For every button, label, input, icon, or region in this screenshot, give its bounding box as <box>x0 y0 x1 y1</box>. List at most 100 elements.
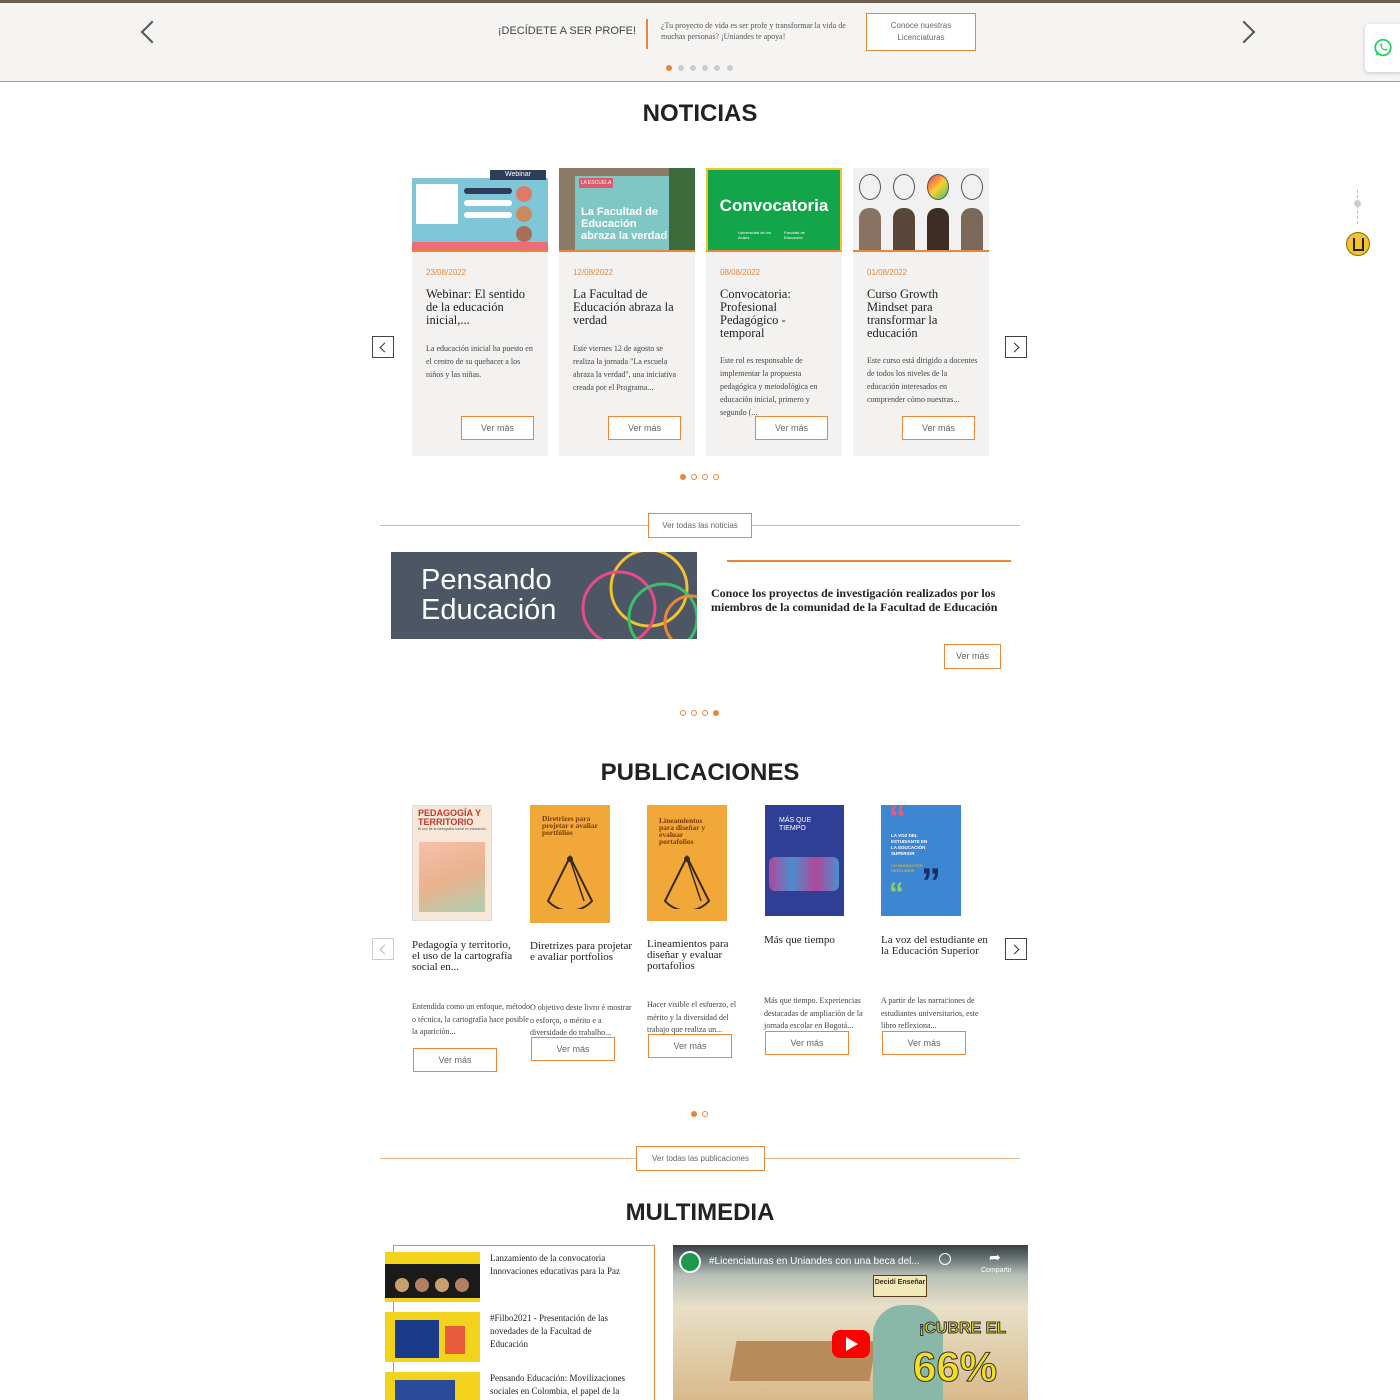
news-dot[interactable] <box>691 474 697 480</box>
multimedia-item[interactable]: Lanzamiento de la convocatoria Innovacio… <box>385 1252 653 1304</box>
video-thumbnail <box>385 1252 480 1302</box>
ver-mas-button[interactable]: Ver más <box>608 416 681 440</box>
pub-dot[interactable] <box>691 1111 697 1117</box>
book-cover: “ LA VOZ DEL ESTUDIANTE EN LA EDUCACIÓN … <box>881 799 961 916</box>
news-prev-button[interactable] <box>372 336 394 358</box>
ver-mas-button[interactable]: Ver más <box>755 416 828 440</box>
carousel-dot[interactable] <box>680 710 686 716</box>
publication-excerpt: Hacer visible el esfuerzo, el mérito y l… <box>647 1000 737 1034</box>
news-card[interactable]: Webinar 23/08/2022 Webinar: El sentido d… <box>412 168 548 456</box>
chevron-right-icon <box>1232 20 1256 44</box>
carousel-prev-button[interactable] <box>138 20 164 49</box>
banner-text: ¿Tu proyecto de vida es ser profe y tran… <box>661 21 846 41</box>
sextant-icon <box>546 854 594 909</box>
carousel-dot[interactable] <box>690 65 696 71</box>
news-date: 12/08/2022 <box>573 268 614 277</box>
multimedia-title[interactable]: Lanzamiento de la convocatoria Innovacio… <box>490 1252 645 1278</box>
news-title[interactable]: Convocatoria: Profesional Pedagógico - t… <box>720 288 832 340</box>
news-title[interactable]: Curso Growth Mindset para transformar la… <box>867 288 979 340</box>
publication-title[interactable]: Más que tiempo <box>764 935 872 946</box>
news-excerpt: Este curso está dirigido a docentes de t… <box>867 356 978 404</box>
multimedia-title: MULTIMEDIA <box>625 1199 775 1226</box>
sextant-icon <box>663 854 711 909</box>
news-dot[interactable] <box>713 474 719 480</box>
chevron-left-icon <box>379 944 390 955</box>
pub-prev-button[interactable] <box>372 938 394 960</box>
carousel-dot[interactable] <box>714 65 720 71</box>
banner-text: Educación <box>421 594 557 626</box>
licenciaturas-button[interactable]: Conoce nuestras Licenciaturas <box>866 13 976 51</box>
news-image: LA ESCUELA La Facultad de Educación abra… <box>559 168 695 252</box>
news-card[interactable]: LA ESCUELA La Facultad de Educación abra… <box>559 168 695 456</box>
news-dot[interactable] <box>702 474 708 480</box>
video-promo: ¡CUBRE EL <box>918 1320 1007 1338</box>
ver-mas-button[interactable]: Ver más <box>461 416 534 440</box>
news-next-button[interactable] <box>1005 336 1027 358</box>
image-caption: Convocatoria <box>719 196 829 215</box>
uniandes-logo-icon[interactable] <box>1346 232 1370 256</box>
video-title[interactable]: #Licenciaturas en Uniandes con una beca … <box>709 1256 929 1267</box>
scroll-dot[interactable] <box>1354 200 1361 207</box>
play-button[interactable] <box>832 1330 870 1358</box>
watch-later-icon[interactable] <box>939 1253 951 1265</box>
pub-next-button[interactable] <box>1005 938 1027 960</box>
multimedia-title[interactable]: #Filbo2021 - Presentación de las novedad… <box>490 1312 630 1351</box>
carousel-dot[interactable] <box>691 710 697 716</box>
ver-mas-button[interactable]: Ver más <box>413 1048 497 1072</box>
carousel-dot[interactable] <box>702 710 708 716</box>
book-cover: PEDAGOGÍA Y TERRITORIO El uso de la cart… <box>412 805 492 921</box>
video-thumbnail <box>385 1372 480 1400</box>
carousel-dot[interactable] <box>727 65 733 71</box>
news-title[interactable]: Webinar: El sentido de la educación inic… <box>426 288 538 327</box>
publication-title[interactable]: La voz del estudiante en la Educación Su… <box>881 935 989 957</box>
news-card[interactable]: Convocatoria Universidad de los Andes Fa… <box>706 168 842 456</box>
multimedia-title[interactable]: Pensando Educación: Movilizaciones socia… <box>490 1372 650 1398</box>
carousel-dot[interactable] <box>678 65 684 71</box>
carousel-next-button[interactable] <box>1232 20 1262 49</box>
chevron-left-icon <box>379 342 390 353</box>
quote-open-icon: “ <box>889 877 904 910</box>
cover-title: LA VOZ DEL ESTUDIANTE EN LA EDUCACIÓN SU… <box>891 833 928 856</box>
publication-title[interactable]: Pedagogía y territorio, el uso de la car… <box>412 940 520 973</box>
ver-todas-noticias-button[interactable]: Ver todas las noticias <box>648 513 752 538</box>
publication-item[interactable]: PEDAGOGÍA Y TERRITORIO El uso de la cart… <box>412 805 534 1075</box>
ver-mas-button[interactable]: Ver más <box>765 1031 849 1055</box>
ver-todas-publicaciones-button[interactable]: Ver todas las publicaciones <box>636 1146 765 1171</box>
multimedia-item[interactable]: Pensando Educación: Movilizaciones socia… <box>385 1372 653 1400</box>
channel-avatar[interactable] <box>679 1251 701 1273</box>
news-excerpt: Este viernes 12 de agosto se realiza la … <box>573 344 676 392</box>
video-sign: Decidí Enseñar <box>873 1275 927 1297</box>
publication-title[interactable]: Lineamientos para diseñar y evaluar port… <box>647 939 755 972</box>
cover-title: Lineamientos para diseñar y evaluar port… <box>659 816 706 846</box>
publication-title[interactable]: Diretrizes para projetar e avaliar portf… <box>530 941 638 963</box>
publication-item[interactable]: Diretrizes para projetar e avaliar portf… <box>530 805 652 1065</box>
banner-title: ¡DECÍDETE A SER PROFE! <box>497 25 636 37</box>
news-title[interactable]: La Facultad de Educación abraza la verda… <box>573 288 685 327</box>
noticias-title: NOTICIAS <box>642 100 758 127</box>
whatsapp-icon <box>1374 38 1392 57</box>
pensando-educacion-banner[interactable]: Pensando Educación <box>391 552 697 639</box>
carousel-dot[interactable] <box>666 65 672 71</box>
news-card[interactable]: 01/08/2022 Curso Growth Mindset para tra… <box>853 168 989 456</box>
multimedia-item[interactable]: #Filbo2021 - Presentación de las novedad… <box>385 1312 653 1364</box>
ver-mas-button[interactable]: Ver más <box>902 416 975 440</box>
ver-mas-button[interactable]: Ver más <box>882 1031 966 1055</box>
news-image <box>853 168 989 252</box>
publication-item[interactable]: “ LA VOZ DEL ESTUDIANTE EN LA EDUCACIÓN … <box>881 799 1003 1065</box>
webinar-badge: Webinar <box>490 170 546 180</box>
pub-dot[interactable] <box>702 1111 708 1117</box>
publication-item[interactable]: Lineamientos para diseñar y evaluar port… <box>647 805 769 1065</box>
news-image: Webinar <box>412 168 548 252</box>
video-player[interactable]: #Licenciaturas en Uniandes con una beca … <box>673 1245 1028 1400</box>
ver-mas-button[interactable]: Ver más <box>648 1034 732 1058</box>
share-icon[interactable]: ➦ <box>989 1249 1001 1266</box>
ver-mas-button[interactable]: Ver más <box>944 644 1001 669</box>
cover-subtitle: UN MUNDO POR DESCUBRIR <box>891 863 923 873</box>
chevron-right-icon <box>1009 944 1020 955</box>
carousel-dot[interactable] <box>713 710 719 716</box>
publication-item[interactable]: MÁS QUE TIEMPO Más que tiempo Más que ti… <box>764 805 886 1065</box>
carousel-dot[interactable] <box>702 65 708 71</box>
news-dot[interactable] <box>680 474 686 480</box>
ver-mas-button[interactable]: Ver más <box>531 1037 615 1061</box>
whatsapp-button[interactable] <box>1365 24 1400 72</box>
